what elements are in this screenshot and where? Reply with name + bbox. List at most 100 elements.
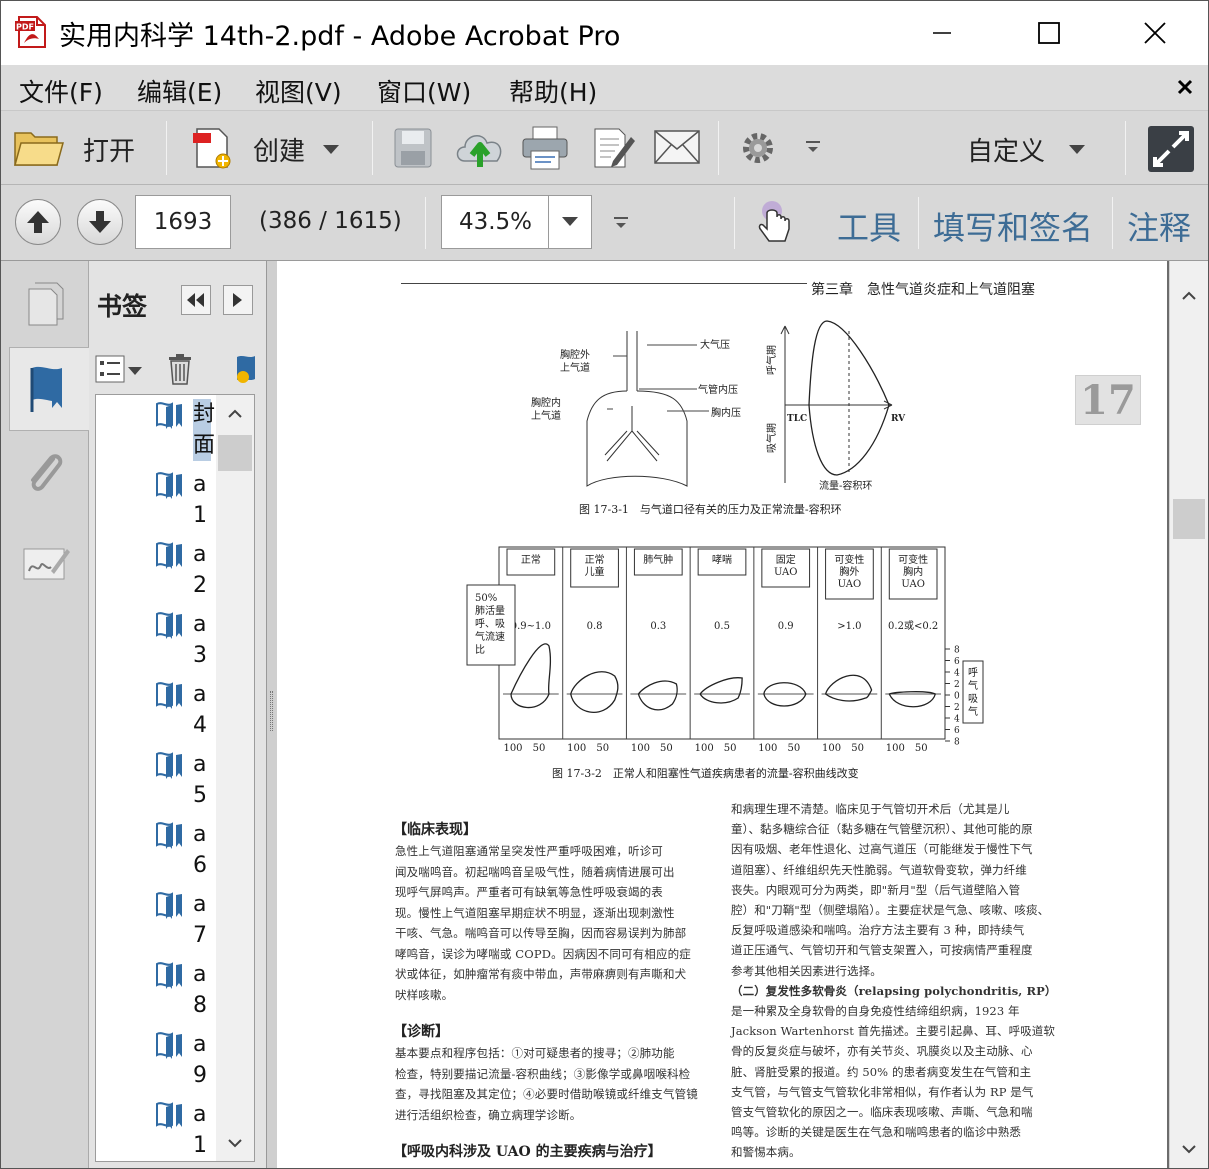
toolbar-options-icon[interactable]: [805, 139, 821, 155]
scroll-up-icon[interactable]: [1182, 291, 1196, 300]
page-number-input[interactable]: 1693: [135, 195, 231, 249]
bookmarks-tab[interactable]: [9, 347, 89, 431]
body-text-line: 状或体征，如肿瘤常有痰中带血，声带麻痹则有声嘶和犬: [395, 967, 687, 981]
bookmark-item[interactable]: a2: [96, 539, 216, 609]
customize-button[interactable]: 自定义: [967, 125, 1097, 171]
fig2-column-header: 肺气肿: [643, 553, 673, 566]
scroll-down-icon[interactable]: [1182, 1145, 1196, 1154]
bookmark-item[interactable]: a1: [96, 1099, 216, 1161]
bookmark-options-icon[interactable]: [95, 355, 145, 385]
body-text-line: 脏、肾脏受累的报道。约 50% 的患者病变发生在气管和主: [731, 1064, 1032, 1079]
next-page-button[interactable]: [77, 199, 123, 245]
create-button[interactable]: 创建: [189, 125, 349, 171]
bookmark-icon: [156, 682, 182, 709]
menu-window[interactable]: 窗口(W): [377, 73, 471, 109]
fig2-column-header: 正常: [585, 553, 605, 566]
fig2-side-label: 呼: [968, 667, 978, 679]
bookmark-scroll-thumb[interactable]: [218, 435, 252, 471]
hand-tool-icon[interactable]: [755, 199, 793, 245]
menu-help[interactable]: 帮助(H): [509, 73, 597, 109]
fig2-ratio: 0.3: [650, 621, 666, 632]
tab-comment[interactable]: 注释: [1127, 203, 1191, 249]
body-text-line: 吠样咳嗽。: [395, 987, 454, 1002]
new-bookmark-icon[interactable]: [235, 353, 255, 385]
fig2-column-header: 可变性: [834, 553, 864, 566]
close-window-button[interactable]: [1126, 1, 1184, 65]
bookmark-item[interactable]: a9: [96, 1029, 216, 1099]
toolbar-separator: [918, 197, 919, 249]
section-heading: 【呼吸内科涉及 UAO 的主要疾病与治疗】: [393, 1144, 662, 1160]
tab-fill-sign[interactable]: 填写和签名: [933, 203, 1093, 249]
fig2-column-header: 可变性: [898, 553, 928, 566]
trash-icon[interactable]: [167, 353, 193, 385]
bookmark-item[interactable]: a4: [96, 679, 216, 749]
section-heading: 【诊断】: [393, 1024, 449, 1040]
page-thumbnails-icon[interactable]: [25, 281, 67, 327]
menu-edit[interactable]: 编辑(E): [137, 73, 222, 109]
signature-icon[interactable]: [21, 541, 71, 585]
fig2-caption: 图 17-3-2 正常人和阻塞性气道疾病患者的流量-容积曲线改变: [552, 766, 859, 780]
customize-label: 自定义: [967, 137, 1046, 167]
bookmark-item[interactable]: a7: [96, 889, 216, 959]
bookmark-icon: [156, 402, 182, 429]
tab-tools[interactable]: 工具: [837, 203, 901, 249]
maximize-button[interactable]: [1020, 1, 1078, 65]
fig2-y-tick: 2: [954, 680, 960, 690]
bookmark-item[interactable]: a3: [96, 609, 216, 679]
edit-document-icon[interactable]: [591, 125, 635, 171]
panel-splitter[interactable]: [267, 261, 277, 1168]
email-icon[interactable]: [653, 129, 701, 165]
toolbar-options-icon[interactable]: [613, 215, 629, 231]
minimize-button[interactable]: [913, 1, 971, 65]
scroll-down-icon[interactable]: [228, 1139, 242, 1148]
page-count-label: (386 / 1615): [259, 208, 402, 234]
attachment-icon[interactable]: [23, 449, 67, 499]
save-icon[interactable]: [393, 127, 433, 169]
fig2-ratio: 0.2或<0.2: [888, 620, 938, 632]
fig2-loop-curve: [510, 643, 552, 709]
scroll-up-icon[interactable]: [228, 409, 242, 418]
panel-options-button[interactable]: [223, 285, 253, 315]
pdf-file-icon: PDF: [15, 16, 46, 48]
fig2-column-header: 哮喘: [712, 553, 732, 566]
document-scrollbar[interactable]: [1169, 261, 1208, 1168]
body-text-line: 基本要点和程序包括：①对可疑患者的搜寻；②肺功能: [395, 1046, 675, 1060]
bookmark-item[interactable]: a5: [96, 749, 216, 819]
fig2-x-tick: 50: [915, 743, 928, 754]
chevron-down-icon: [323, 145, 339, 154]
fig2-column-header: UAO: [774, 567, 798, 578]
chevron-right-icon: [233, 293, 242, 307]
bookmark-item[interactable]: a8: [96, 959, 216, 1029]
bookmark-icon: [156, 1032, 182, 1059]
pdf-page[interactable]: 第三章 急性气道炎症和上气道阻塞 17 胸腔外 上气道 胸腔内 上气道 大气压 …: [277, 261, 1167, 1168]
open-button[interactable]: 打开: [13, 125, 153, 171]
fig2-loop-curve: [637, 680, 678, 711]
fig2-row-label: 肺活量: [475, 605, 505, 617]
double-chevron-left-icon: [187, 293, 204, 307]
fig2-column-header: 胸内: [903, 565, 923, 578]
collapse-panel-button[interactable]: [181, 285, 211, 315]
print-icon[interactable]: [521, 125, 569, 171]
body-text-line: 干咳、气急。喘鸣音可以传导至胸，因而容易误判为肺部: [395, 926, 687, 940]
bookmark-item[interactable]: 封面: [96, 399, 216, 469]
document-scroll-thumb[interactable]: [1173, 499, 1205, 539]
zoom-input[interactable]: 43.5%: [441, 195, 549, 249]
fig2-column-header: UAO: [901, 579, 925, 590]
close-document-icon[interactable]: [1177, 79, 1193, 95]
fig2-x-tick: 100: [886, 743, 905, 754]
section-heading: 【临床表现】: [393, 822, 477, 838]
bookmark-item[interactable]: a6: [96, 819, 216, 889]
gear-icon[interactable]: [739, 129, 777, 167]
fig2-row-label: 气流速: [475, 630, 505, 643]
menu-view[interactable]: 视图(V): [255, 73, 342, 109]
minimize-icon: [933, 32, 951, 34]
previous-page-button[interactable]: [15, 199, 61, 245]
maximize-icon: [1038, 22, 1060, 44]
full-screen-icon[interactable]: [1147, 125, 1195, 173]
menu-file[interactable]: 文件(F): [19, 73, 103, 109]
bookmark-item[interactable]: a1: [96, 469, 216, 539]
bookmark-icon: [156, 752, 182, 779]
bookmark-scrollbar[interactable]: [216, 395, 254, 1161]
cloud-upload-icon[interactable]: [453, 125, 507, 171]
zoom-dropdown-button[interactable]: [548, 195, 592, 249]
